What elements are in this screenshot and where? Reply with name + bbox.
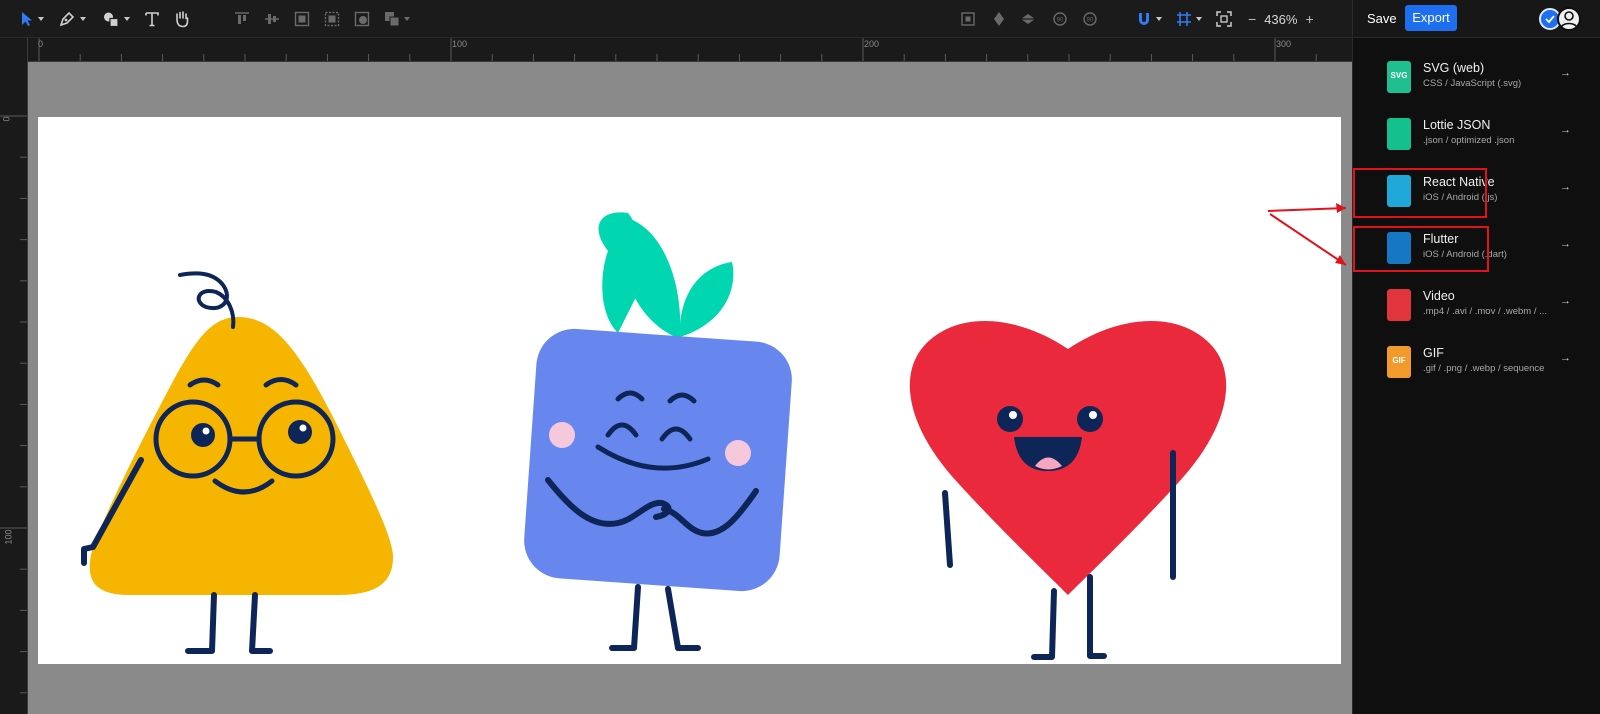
export-option-title: GIF: [1423, 346, 1444, 360]
chevron-down-icon[interactable]: [124, 17, 130, 21]
arrange-icon: [385, 12, 400, 27]
arrow-right-icon[interactable]: →: [1560, 352, 1571, 364]
export-panel: Save Export SVG SVG (web) CSS / JavaScript…: [1352, 0, 1600, 714]
rotate-right-icon: 90: [1083, 12, 1097, 26]
align-top-button[interactable]: [234, 0, 250, 38]
export-option-subtitle: .json / optimized .json: [1423, 135, 1515, 146]
ruler-left-label-100: 100: [3, 529, 14, 545]
grid-button[interactable]: [1176, 0, 1202, 38]
hand-icon: [176, 11, 189, 28]
pear-character[interactable]: [81, 271, 393, 654]
frame-icon: [961, 12, 975, 26]
shapes-icon: [104, 12, 119, 28]
avatar[interactable]: [1557, 7, 1581, 31]
ruler-left-ticks: [0, 115, 27, 694]
chevron-down-icon[interactable]: [80, 17, 86, 21]
rotate-right-button[interactable]: 90: [1082, 0, 1098, 38]
zoom-control: − 436% +: [1248, 0, 1314, 38]
magnet-icon: [1139, 13, 1149, 25]
group-button[interactable]: [294, 0, 310, 38]
ruler-label-0: 0: [38, 39, 44, 49]
rotate-left-icon: 90: [1053, 12, 1067, 26]
export-option-svg-web[interactable]: SVG SVG (web) CSS / JavaScript (.svg) →: [1353, 49, 1600, 105]
fit-screen-icon: [1216, 11, 1232, 27]
fit-screen-button[interactable]: [1216, 0, 1232, 38]
grid-icon: [1177, 12, 1191, 26]
flip-icon: [1021, 14, 1035, 24]
export-option-video[interactable]: Video .mp4 / .avi / .mov / .webm / ... →: [1353, 277, 1600, 333]
arrow-right-icon[interactable]: →: [1560, 295, 1571, 307]
chevron-down-icon[interactable]: [38, 17, 44, 21]
arrow-right-icon[interactable]: →: [1560, 67, 1571, 79]
zoom-value[interactable]: 436%: [1264, 12, 1297, 27]
highlight-box-react-native: [1353, 168, 1487, 218]
ruler-label-200: 200: [864, 39, 880, 49]
ungroup-icon: [324, 11, 340, 27]
arrow-right-icon[interactable]: →: [1560, 124, 1571, 136]
gif-file-icon: GIF: [1387, 346, 1411, 378]
fit-frame-button[interactable]: [960, 0, 976, 38]
video-file-icon: [1387, 289, 1411, 321]
arrange-button[interactable]: [384, 0, 410, 38]
export-option-subtitle: .gif / .png / .webp / sequence: [1423, 363, 1545, 374]
export-option-subtitle: .mp4 / .avi / .mov / .webm / ...: [1423, 306, 1548, 317]
rotate-left-button[interactable]: 90: [1052, 0, 1068, 38]
hand-tool[interactable]: [174, 0, 190, 38]
svg-text:90: 90: [1057, 18, 1064, 24]
ruler-left[interactable]: 0 100: [0, 38, 28, 714]
highlight-box-flutter: [1353, 226, 1489, 272]
pen-tool[interactable]: [58, 0, 86, 38]
illustration: [81, 212, 1227, 660]
align-middle-icon: [265, 14, 279, 24]
mask-button[interactable]: [354, 0, 370, 38]
canvas-area[interactable]: [28, 62, 1352, 714]
arrow-right-icon[interactable]: →: [1560, 238, 1571, 250]
boolean-button[interactable]: [992, 0, 1006, 38]
square-character[interactable]: [522, 212, 795, 651]
flip-button[interactable]: [1020, 0, 1036, 38]
pen-icon: [59, 11, 75, 27]
group-icon: [294, 11, 310, 27]
export-option-title: Lottie JSON: [1423, 118, 1491, 132]
ruler-top-ticks: [38, 38, 1317, 61]
export-option-subtitle: CSS / JavaScript (.svg): [1423, 78, 1522, 89]
heart-character[interactable]: [909, 320, 1227, 660]
icon-text: GIF: [1392, 356, 1406, 365]
ungroup-button[interactable]: [324, 0, 340, 38]
chevron-down-icon[interactable]: [1196, 17, 1202, 21]
export-option-lottie-json[interactable]: Lottie JSON .json / optimized .json →: [1353, 106, 1600, 162]
arrow-right-icon[interactable]: →: [1560, 181, 1571, 193]
text-icon: [145, 12, 159, 27]
svg-text:90: 90: [1087, 18, 1094, 24]
snap-button[interactable]: [1136, 0, 1162, 38]
boolean-icon: [994, 12, 1004, 26]
icon-text: SVG: [1390, 71, 1408, 80]
pointer-icon: [22, 12, 32, 26]
ruler-top[interactable]: 0 100 200 300: [28, 38, 1352, 62]
mask-icon: [354, 11, 370, 27]
top-toolbar: 90 90 − 436% +: [0, 0, 1352, 38]
zoom-in-button[interactable]: +: [1305, 11, 1313, 27]
ruler-label-100: 100: [452, 39, 468, 49]
align-top-icon: [235, 12, 249, 24]
save-button[interactable]: Save: [1363, 7, 1401, 31]
svg-file-icon: SVG: [1387, 61, 1411, 93]
ruler-left-label-0: 0: [1, 116, 12, 122]
export-option-title: Video: [1423, 289, 1455, 303]
export-option-title: SVG (web): [1423, 61, 1485, 75]
export-button[interactable]: Export: [1405, 5, 1457, 31]
annotation-arrows: [1267, 203, 1347, 266]
lottie-file-icon: [1387, 118, 1411, 150]
chevron-down-icon[interactable]: [1156, 17, 1162, 21]
artboard[interactable]: [38, 117, 1341, 664]
panel-header: Save Export: [1353, 0, 1600, 38]
ruler-label-300: 300: [1276, 39, 1292, 49]
select-tool[interactable]: [20, 0, 44, 38]
align-middle-button[interactable]: [264, 0, 280, 38]
zoom-out-button[interactable]: −: [1248, 11, 1256, 27]
chevron-down-icon[interactable]: [404, 17, 410, 21]
shapes-tool[interactable]: [102, 0, 130, 38]
text-tool[interactable]: [144, 0, 160, 38]
export-option-gif[interactable]: GIF GIF .gif / .png / .webp / sequence →: [1353, 334, 1600, 390]
